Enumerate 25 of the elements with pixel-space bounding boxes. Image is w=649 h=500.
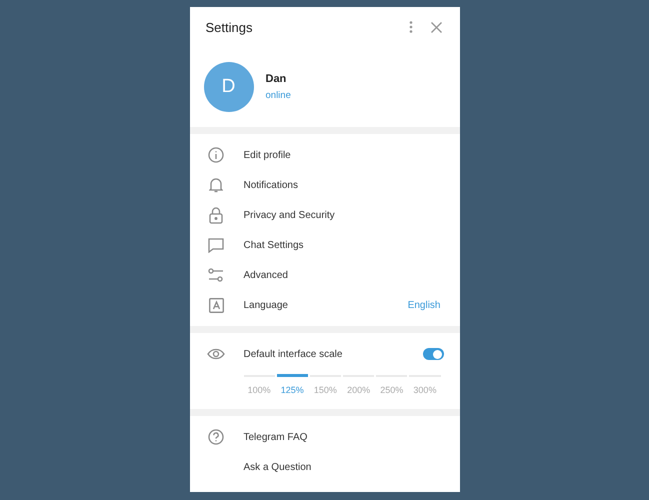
profile-name: Dan	[266, 73, 288, 85]
avatar: D	[204, 62, 254, 112]
window-title: Settings	[206, 20, 254, 34]
close-icon	[431, 22, 442, 32]
sliders-icon	[208, 268, 224, 282]
menu-item[interactable]: Notifications	[190, 170, 460, 200]
menu-item[interactable]: Telegram FAQ	[190, 422, 460, 452]
help-icon	[208, 429, 224, 445]
menu-item[interactable]: Language English	[190, 290, 460, 320]
language-icon	[208, 298, 224, 312]
eye-icon	[207, 348, 225, 360]
more-icon	[408, 21, 412, 33]
info-icon	[208, 147, 224, 163]
scale-toggle[interactable]	[422, 348, 444, 360]
menu-item[interactable]: Privacy and Security	[190, 200, 460, 230]
chat-bubble-icon	[208, 238, 224, 252]
language-value: English	[408, 300, 440, 310]
profile-status: online	[266, 90, 291, 101]
bell-icon	[209, 177, 223, 193]
menu-item[interactable]: Ask a Question	[190, 452, 460, 482]
menu-item[interactable]: Edit profile	[190, 140, 460, 170]
menu-item[interactable]: Advanced	[190, 260, 460, 290]
menu-item[interactable]: Chat Settings	[190, 230, 460, 260]
scale-label: Default interface scale	[244, 348, 344, 360]
lock-icon	[209, 206, 223, 224]
